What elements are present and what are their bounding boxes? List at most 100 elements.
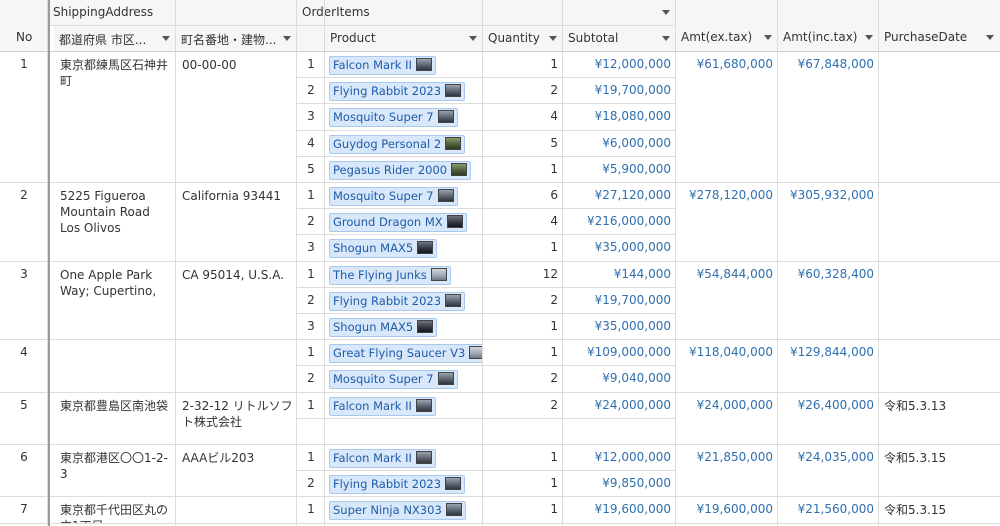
product-tag[interactable]: Falcon Mark II <box>329 449 436 468</box>
chevron-down-icon[interactable] <box>865 35 873 40</box>
purchase-date-header[interactable]: PurchaseDate <box>879 0 1000 52</box>
street-cell[interactable] <box>176 497 297 523</box>
product-tag[interactable]: Pegasus Rider 2000 <box>329 160 472 180</box>
quantity-cell[interactable]: 2 <box>483 288 563 314</box>
product-name: Pegasus Rider 2000 <box>333 162 448 177</box>
street-cell[interactable]: California 93441 <box>176 183 297 262</box>
product-cell[interactable]: Shogun MAX5 <box>325 314 483 340</box>
product-cell[interactable]: Super Ninja NX303 <box>325 497 483 523</box>
product-name: Mosquito Super 7 <box>333 189 434 203</box>
no-header[interactable]: No <box>0 0 48 52</box>
quantity-cell[interactable]: 5 <box>483 131 563 157</box>
quantity-cell[interactable]: 2 <box>483 393 563 419</box>
quantity-cell[interactable]: 4 <box>483 104 563 130</box>
prefecture-cell[interactable]: 5225 Figueroa Mountain Road Los Olivos <box>54 183 176 262</box>
purchase-date-cell[interactable]: 令和5.3.15 <box>879 445 1000 497</box>
street-cell[interactable]: 00-00-00 <box>176 52 297 183</box>
quantity-cell[interactable]: 1 <box>483 314 563 340</box>
street-text: AAAビル203 <box>182 451 255 465</box>
amt-inc-header[interactable]: Amt(inc.tax) <box>778 0 879 52</box>
product-cell[interactable]: Ground Dragon MX <box>325 209 483 235</box>
product-tag[interactable]: Flying Rabbit 2023 <box>329 82 466 102</box>
subtotal-cell: ¥6,000,000 <box>563 131 676 157</box>
quantity-cell[interactable]: 1 <box>483 52 563 78</box>
chevron-down-icon[interactable] <box>162 36 170 41</box>
product-tag[interactable]: Falcon Mark II <box>329 396 436 416</box>
product-tag[interactable]: Great Flying Saucer V3 <box>329 344 483 364</box>
purchase-date-cell[interactable]: 令和5.3.13 <box>879 393 1000 445</box>
purchase-date-cell[interactable] <box>879 52 1000 183</box>
shipping-address-header[interactable]: ShippingAddress <box>48 0 297 26</box>
quantity-cell[interactable]: 6 <box>483 183 563 209</box>
product-cell[interactable]: Pegasus Rider 2000 <box>325 157 483 183</box>
chevron-down-icon[interactable] <box>283 36 291 41</box>
quantity-header[interactable]: Quantity <box>483 26 563 52</box>
quantity-cell[interactable]: 1 <box>483 235 563 261</box>
product-header[interactable]: Product <box>325 26 483 52</box>
product-cell[interactable]: Guydog Personal 2 <box>325 131 483 157</box>
product-tag[interactable]: Flying Rabbit 2023 <box>329 291 466 311</box>
prefecture-cell[interactable]: 東京都豊島区南池袋 <box>54 393 176 445</box>
quantity-cell[interactable]: 1 <box>483 497 563 523</box>
prefecture-cell[interactable] <box>54 340 176 392</box>
street-cell[interactable] <box>176 340 297 392</box>
product-tag[interactable]: Flying Rabbit 2023 <box>329 475 466 495</box>
purchase-date-cell[interactable] <box>879 262 1000 341</box>
amt-ex-cell: ¥118,040,000 <box>676 340 778 392</box>
chevron-down-icon[interactable] <box>662 10 670 15</box>
amt-inc-cell: ¥21,560,000 <box>778 497 879 523</box>
quantity-cell[interactable]: 1 <box>483 445 563 471</box>
product-cell[interactable]: Great Flying Saucer V3 <box>325 340 483 366</box>
quantity-cell[interactable]: 1 <box>483 340 563 366</box>
product-tag[interactable]: Super Ninja NX303 <box>329 501 466 521</box>
product-tag[interactable]: Shogun MAX5 <box>329 318 438 337</box>
item-index-cell: 1 <box>297 497 325 523</box>
purchase-date-text: 令和5.3.13 <box>884 398 947 413</box>
product-tag[interactable]: Mosquito Super 7 <box>329 108 458 128</box>
order-items-header[interactable]: OrderItems <box>297 0 676 26</box>
product-tag[interactable]: Guydog Personal 2 <box>329 134 466 154</box>
street-cell[interactable]: 2-32-12 リトルソフト株式会社 <box>176 393 297 445</box>
prefecture-header[interactable]: 都道府県 市区... <box>54 26 176 52</box>
street-cell[interactable]: AAAビル203 <box>176 445 297 497</box>
subtotal-header[interactable]: Subtotal <box>563 26 676 52</box>
product-tag[interactable]: Falcon Mark II <box>329 56 436 75</box>
chevron-down-icon[interactable] <box>469 36 477 41</box>
product-cell[interactable]: Shogun MAX5 <box>325 235 483 261</box>
purchase-date-cell[interactable] <box>879 183 1000 262</box>
product-cell[interactable]: Flying Rabbit 2023 <box>325 288 483 314</box>
prefecture-cell[interactable]: One Apple Park Way; Cupertino, <box>54 262 176 341</box>
chevron-down-icon[interactable] <box>764 35 772 40</box>
street-cell[interactable]: CA 95014, U.S.A. <box>176 262 297 341</box>
product-tag[interactable]: Ground Dragon MX <box>329 213 467 233</box>
quantity-cell[interactable]: 2 <box>483 366 563 392</box>
product-cell[interactable]: Falcon Mark II <box>325 445 483 471</box>
product-cell[interactable]: Falcon Mark II <box>325 393 483 419</box>
quantity-cell[interactable]: 4 <box>483 209 563 235</box>
amt-ex-header[interactable]: Amt(ex.tax) <box>676 0 778 52</box>
product-tag[interactable]: Shogun MAX5 <box>329 239 438 259</box>
product-cell[interactable]: The Flying Junks <box>325 262 483 288</box>
quantity-cell[interactable]: 1 <box>483 157 563 183</box>
purchase-date-cell[interactable] <box>879 340 1000 392</box>
product-tag[interactable]: Mosquito Super 7 <box>329 187 458 206</box>
prefecture-cell[interactable]: 東京都千代田区丸の内1丁目 <box>54 497 176 523</box>
street-header[interactable]: 町名番地・建物... <box>176 26 297 52</box>
product-tag[interactable]: The Flying Junks <box>329 265 451 285</box>
prefecture-cell[interactable]: 東京都港区〇〇1-2-3 <box>54 445 176 497</box>
chevron-down-icon[interactable] <box>986 35 994 40</box>
quantity-cell[interactable]: 2 <box>483 78 563 104</box>
product-cell[interactable]: Falcon Mark II <box>325 52 483 78</box>
product-cell[interactable]: Flying Rabbit 2023 <box>325 78 483 104</box>
product-cell[interactable]: Mosquito Super 7 <box>325 104 483 130</box>
chevron-down-icon[interactable] <box>662 36 670 41</box>
quantity-cell[interactable]: 12 <box>483 262 563 288</box>
product-cell[interactable]: Mosquito Super 7 <box>325 183 483 209</box>
purchase-date-cell[interactable]: 令和5.3.15 <box>879 497 1000 523</box>
product-cell[interactable]: Flying Rabbit 2023 <box>325 471 483 497</box>
product-tag[interactable]: Mosquito Super 7 <box>329 370 458 390</box>
product-cell[interactable]: Mosquito Super 7 <box>325 366 483 392</box>
chevron-down-icon[interactable] <box>549 36 557 41</box>
quantity-cell[interactable]: 1 <box>483 471 563 497</box>
prefecture-cell[interactable]: 東京都練馬区石神井町 <box>54 52 176 183</box>
